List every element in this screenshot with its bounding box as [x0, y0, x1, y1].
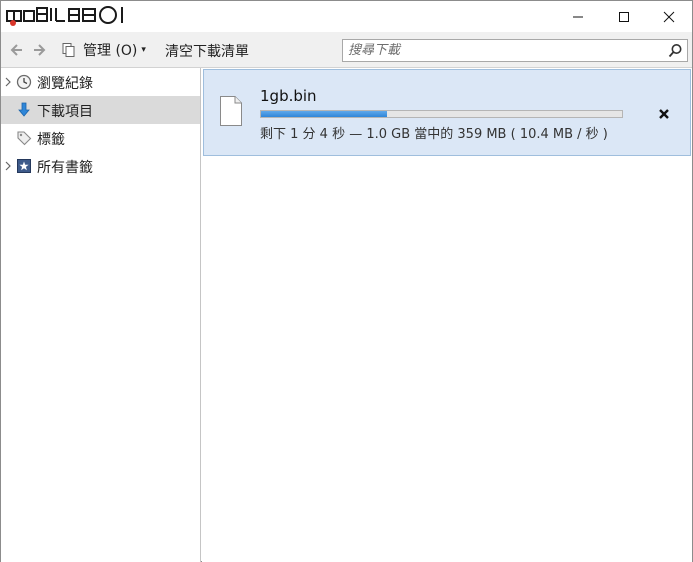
- chevron-down-icon: ▾: [141, 45, 146, 55]
- download-item[interactable]: 1gb.bin 剩下 1 分 4 秒 — 1.0 GB 當中的 359 MB (…: [203, 69, 691, 156]
- sidebar-item-tags[interactable]: 標籤: [1, 124, 200, 152]
- search-box: [342, 39, 688, 62]
- bookmarks-star-icon: [17, 159, 31, 173]
- sidebar-item-downloads[interactable]: 下載項目: [1, 96, 200, 124]
- download-filename: 1gb.bin: [260, 87, 317, 105]
- close-button[interactable]: [646, 1, 692, 32]
- forward-arrow-icon: [34, 44, 46, 56]
- download-arrow-icon: [18, 102, 30, 117]
- organize-button[interactable]: 管理 (O) ▾: [61, 39, 146, 61]
- back-button[interactable]: [8, 42, 24, 58]
- sidebar-item-label: 下載項目: [37, 104, 93, 120]
- library-window: 管理 (O) ▾ 清空下載清單 瀏覽紀錄 下載項目: [0, 0, 693, 562]
- maximize-button[interactable]: [601, 1, 647, 32]
- download-status: 剩下 1 分 4 秒 — 1.0 GB 當中的 359 MB ( 10.4 MB…: [260, 127, 608, 142]
- organize-label: 管理 (O): [83, 43, 138, 59]
- organize-pages-icon: [62, 43, 75, 57]
- tag-icon: [17, 131, 32, 146]
- download-progress-fill: [261, 111, 388, 117]
- file-icon: [220, 96, 242, 126]
- search-icon[interactable]: [668, 43, 683, 58]
- sidebar-item-label: 瀏覽紀錄: [37, 76, 93, 92]
- clear-downloads-button[interactable]: 清空下載清單: [165, 41, 249, 61]
- sidebar-item-label: 標籤: [37, 132, 65, 148]
- search-downloads-input[interactable]: [343, 40, 663, 61]
- sidebar-item-history[interactable]: 瀏覽紀錄: [1, 68, 200, 96]
- back-arrow-icon: [10, 44, 22, 56]
- maximize-icon: [619, 11, 629, 22]
- close-icon: [663, 11, 675, 22]
- download-progress-bar: [260, 110, 623, 118]
- forward-button[interactable]: [32, 42, 48, 58]
- library-sidebar: 瀏覽紀錄 下載項目 標籤 所有書籤: [1, 68, 201, 562]
- sidebar-item-all-bookmarks[interactable]: 所有書籤: [1, 152, 200, 180]
- chevron-right-icon[interactable]: [4, 161, 12, 171]
- sidebar-item-label: 所有書籤: [37, 160, 93, 176]
- minimize-button[interactable]: [555, 1, 601, 32]
- mobile01-logo: [5, 4, 129, 26]
- close-icon: [659, 109, 669, 119]
- cancel-download-button[interactable]: [656, 106, 672, 122]
- history-clock-icon: [16, 74, 32, 90]
- title-bar: [1, 1, 692, 32]
- downloads-list: 1gb.bin 剩下 1 分 4 秒 — 1.0 GB 當中的 359 MB (…: [202, 68, 692, 562]
- minimize-icon: [573, 16, 583, 17]
- chevron-right-icon[interactable]: [4, 77, 12, 87]
